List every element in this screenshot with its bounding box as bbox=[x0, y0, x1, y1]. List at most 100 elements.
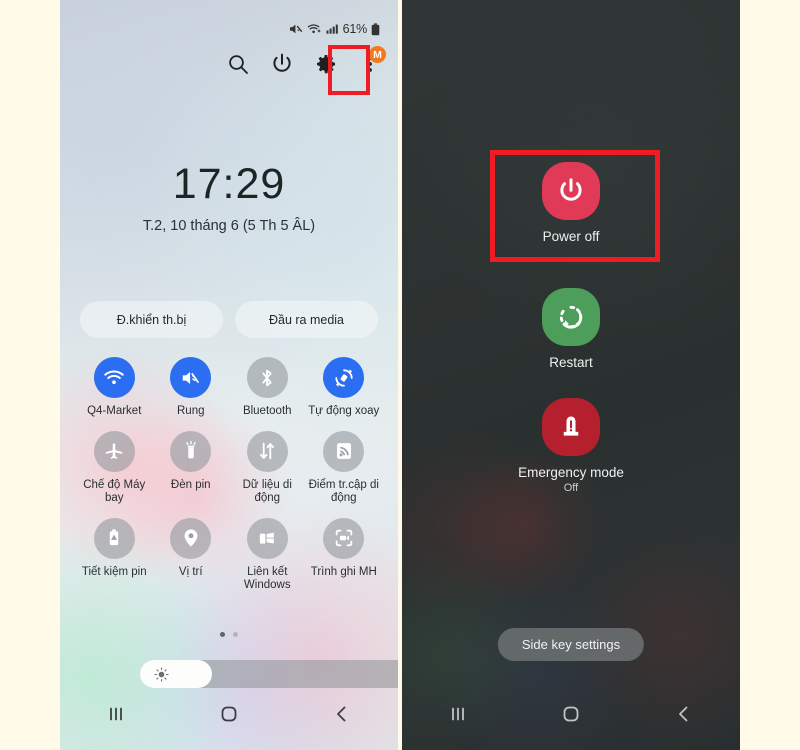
qs-tile-location[interactable]: Vị trí bbox=[153, 517, 230, 593]
media-output-pill-label: Đầu ra media bbox=[268, 312, 345, 327]
hotspot-icon bbox=[336, 443, 351, 459]
recents-icon bbox=[452, 707, 465, 721]
qs-tile-power-saving-label: Tiết kiệm pin bbox=[81, 565, 147, 578]
right-phone-power-menu-panel: Power off Restart Emergency mode Off Sid… bbox=[402, 0, 740, 750]
qs-tile-flashlight-label: Đèn pin bbox=[170, 478, 211, 491]
bluetooth-icon bbox=[262, 369, 272, 386]
vibrate-icon-circle bbox=[170, 357, 212, 398]
qs-tile-link-windows[interactable]: Liên kết Windows bbox=[229, 517, 306, 593]
flashlight-icon bbox=[186, 440, 196, 459]
left-phone-quick-settings-panel: 61% M 17:29 T.2, 10 tháng 6 (5 Th 5 ÂL) … bbox=[60, 0, 398, 750]
qs-tile-mobile-data-label: Dữ liệu di động bbox=[242, 478, 292, 505]
home-icon bbox=[221, 706, 237, 722]
restart-label: Restart bbox=[549, 355, 593, 370]
battery-saver-icon bbox=[110, 529, 119, 546]
emergency-mode-option[interactable]: Emergency mode Off bbox=[402, 398, 740, 494]
location-pin-icon-circle bbox=[170, 517, 212, 559]
emergency-icon bbox=[563, 416, 579, 436]
airplane-icon bbox=[106, 443, 123, 459]
page-dot[interactable] bbox=[233, 632, 238, 637]
search-icon bbox=[229, 55, 248, 74]
qs-tile-vibrate-label: Rung bbox=[177, 405, 205, 417]
qs-tile-hotspot-label: Điểm tr.cập di động bbox=[308, 478, 379, 505]
qs-tile-airplane-mode[interactable]: Chế độ Máy bay bbox=[76, 430, 153, 506]
qs-tile-mobile-data[interactable]: Dữ liệu di động bbox=[229, 430, 306, 506]
wifi-plus-icon bbox=[307, 24, 320, 34]
emergency-mode-label: Emergency mode bbox=[518, 465, 624, 480]
auto-rotate-icon-circle bbox=[323, 357, 365, 398]
battery-icon bbox=[371, 22, 380, 35]
qs-tile-auto-rotate[interactable]: Tự động xoay bbox=[306, 357, 383, 419]
emergency-mode-state: Off bbox=[563, 482, 579, 494]
qs-tile-flashlight[interactable]: Đèn pin bbox=[153, 430, 230, 506]
battery-percentage: 61% bbox=[342, 22, 368, 36]
bluetooth-icon-circle bbox=[246, 357, 288, 398]
location-pin-icon bbox=[184, 529, 198, 547]
clock-time: 17:29 bbox=[172, 160, 286, 208]
hotspot-icon-circle bbox=[323, 430, 365, 472]
screen-recorder-icon-circle bbox=[323, 517, 365, 559]
recents-icon bbox=[110, 707, 123, 721]
battery-saver-icon-circle bbox=[93, 517, 135, 559]
cellular-signal-icon bbox=[326, 24, 338, 34]
home-icon bbox=[563, 706, 579, 722]
power-button-highlight-box bbox=[328, 45, 370, 95]
back-button[interactable] bbox=[319, 697, 365, 731]
status-bar: 61% bbox=[289, 22, 380, 36]
qs-tile-auto-rotate-label: Tự động xoay bbox=[308, 405, 380, 417]
home-button[interactable] bbox=[206, 697, 252, 731]
recents-button[interactable] bbox=[93, 697, 139, 731]
screen-recorder-icon bbox=[335, 529, 352, 547]
brightness-sun-icon bbox=[154, 667, 169, 682]
navigation-bar-right bbox=[402, 692, 740, 736]
back-icon bbox=[336, 706, 346, 722]
airplane-icon-circle bbox=[93, 430, 135, 472]
device-control-pill-label: Đ.khiển th.bị bbox=[116, 312, 187, 327]
screenshot-stage: 61% M 17:29 T.2, 10 tháng 6 (5 Th 5 ÂL) … bbox=[0, 0, 800, 750]
qs-tile-screen-recorder-label: Trình ghi MH bbox=[310, 565, 377, 578]
avatar[interactable]: M bbox=[369, 46, 386, 63]
brightness-slider[interactable] bbox=[140, 660, 398, 688]
restart-icon-circle bbox=[542, 288, 600, 346]
power-off-highlight-box bbox=[490, 150, 660, 262]
power-button[interactable] bbox=[270, 52, 296, 78]
vibrate-icon bbox=[182, 371, 199, 384]
qs-tile-bluetooth-label: Bluetooth bbox=[242, 405, 292, 417]
qs-tile-airplane-mode-label: Chế độ Máy bay bbox=[83, 478, 146, 505]
home-button[interactable] bbox=[548, 697, 594, 731]
search-button[interactable] bbox=[226, 52, 252, 78]
navigation-bar-left bbox=[60, 692, 398, 736]
qs-tile-hotspot[interactable]: Điểm tr.cập di động bbox=[306, 430, 383, 506]
qs-tile-screen-recorder[interactable]: Trình ghi MH bbox=[306, 517, 383, 593]
wifi-icon-circle bbox=[93, 357, 135, 398]
auto-rotate-icon bbox=[335, 368, 353, 387]
quick-settings-grid: Q4-Market Rung Bluetooth Tự động xoay Chế độ… bbox=[76, 357, 382, 593]
recents-button[interactable] bbox=[435, 697, 481, 731]
link-to-windows-icon bbox=[260, 532, 275, 544]
back-icon bbox=[678, 706, 688, 722]
qs-tile-wifi-label: Q4-Market bbox=[87, 405, 142, 417]
qs-tile-wifi[interactable]: Q4-Market bbox=[76, 357, 153, 419]
media-output-pill[interactable]: Đầu ra media bbox=[235, 301, 378, 338]
clock-date: T.2, 10 tháng 6 (5 Th 5 ÂL) bbox=[142, 218, 316, 234]
page-indicator bbox=[60, 632, 398, 637]
volume-mute-icon bbox=[289, 24, 302, 34]
qs-tile-link-windows-label: Liên kết Windows bbox=[243, 565, 291, 592]
wifi-icon bbox=[104, 369, 124, 384]
page-dot[interactable] bbox=[220, 632, 225, 637]
emergency-icon-circle bbox=[542, 398, 600, 456]
brightness-slider-fill bbox=[140, 660, 212, 688]
device-control-pill[interactable]: Đ.khiển th.bị bbox=[80, 301, 223, 338]
qs-tile-bluetooth[interactable]: Bluetooth bbox=[229, 357, 306, 419]
link-to-windows-icon-circle bbox=[246, 517, 288, 559]
qs-tile-vibrate[interactable]: Rung bbox=[153, 357, 230, 419]
media-pill-row: Đ.khiển th.bị Đầu ra media bbox=[80, 301, 378, 338]
back-button[interactable] bbox=[661, 697, 707, 731]
clock-widget[interactable]: 17:29 T.2, 10 tháng 6 (5 Th 5 ÂL) bbox=[60, 160, 398, 235]
qs-tile-power-saving[interactable]: Tiết kiệm pin bbox=[76, 517, 153, 593]
power-icon bbox=[273, 53, 291, 72]
restart-option[interactable]: Restart bbox=[402, 288, 740, 370]
side-key-settings-button[interactable]: Side key settings bbox=[497, 628, 645, 661]
mobile-data-icon-circle bbox=[246, 430, 288, 472]
qs-tile-location-label: Vị trí bbox=[178, 565, 203, 578]
